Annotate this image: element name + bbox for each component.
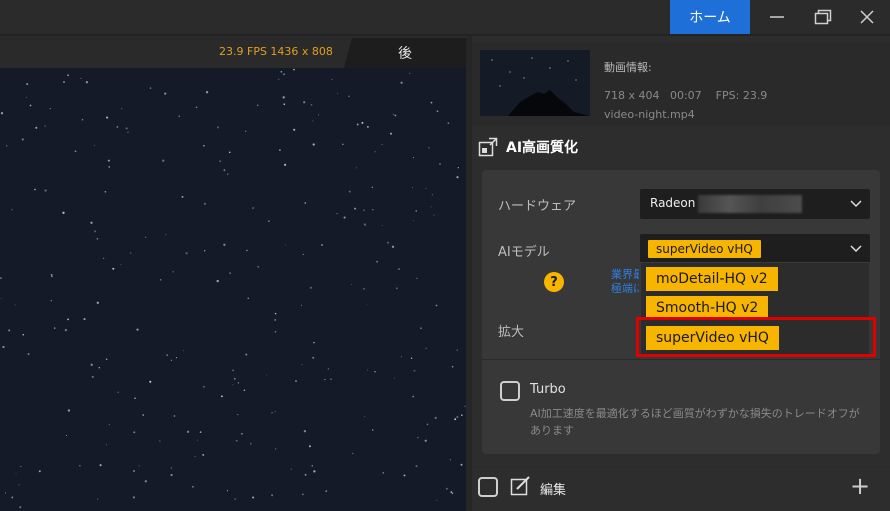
title-bar: ホーム — [0, 0, 890, 34]
ai-model-select[interactable]: superVideo vHQ — [640, 234, 870, 264]
edit-checkbox[interactable] — [478, 477, 498, 497]
scale-label: 拡大 — [498, 325, 525, 340]
hardware-value: Radeon — [650, 196, 696, 210]
close-icon[interactable] — [844, 0, 890, 34]
hint-text: 業界最 極端に — [611, 268, 639, 295]
tab-after[interactable]: 後 — [344, 38, 466, 68]
restore-icon[interactable] — [800, 0, 846, 34]
edit-label: 編集 — [540, 483, 567, 498]
chevron-down-icon — [850, 245, 862, 253]
turbo-checkbox[interactable] — [500, 381, 520, 401]
model-hint-link[interactable]: 業界最 極端に — [611, 268, 639, 296]
edit-icon — [510, 476, 530, 496]
video-filename: video-night.mp4 — [604, 108, 695, 121]
redacted-hardware-name — [698, 195, 802, 213]
help-icon[interactable]: ? — [544, 272, 564, 292]
hardware-select[interactable]: Radeon — [640, 189, 870, 219]
ai-enhance-title: AI高画質化 — [506, 140, 579, 156]
preview-header: 23.9 FPS 1436 x 808 後 — [0, 36, 468, 68]
minimize-icon[interactable] — [754, 0, 800, 34]
edit-section: 編集 + — [472, 466, 890, 506]
video-frame-after — [0, 68, 466, 511]
hardware-label: ハードウェア — [498, 199, 577, 214]
chevron-down-icon — [850, 200, 862, 208]
add-button[interactable]: + — [850, 472, 870, 500]
video-thumbnail[interactable] — [480, 50, 590, 116]
highlight-box — [636, 317, 876, 357]
turbo-label: Turbo — [530, 382, 566, 397]
fps-resolution-info: 23.9 FPS 1436 x 808 — [219, 45, 333, 58]
turbo-description: AI加工速度を最適化するほど画質がわずかな損失のトレードオフがあります — [530, 407, 860, 437]
video-meta: 718 x 404 00:07 FPS: 23.9 — [604, 89, 768, 102]
home-button[interactable]: ホーム — [670, 0, 750, 34]
video-info-label: 動画情報: — [604, 61, 652, 74]
video-info-card: 動画情報: 718 x 404 00:07 FPS: 23.9 video-ni… — [472, 42, 890, 126]
ai-model-value: superVideo vHQ — [648, 240, 761, 258]
video-preview-pane: 23.9 FPS 1436 x 808 後 — [0, 36, 468, 511]
section-divider — [482, 359, 880, 360]
ai-model-label: AIモデル — [498, 245, 550, 260]
starfield-image — [0, 68, 466, 509]
dropdown-option-modetail[interactable]: moDetail-HQ v2 — [646, 267, 778, 291]
ai-enhance-header[interactable]: AI高画質化 — [478, 136, 578, 158]
upscale-icon — [478, 137, 498, 157]
